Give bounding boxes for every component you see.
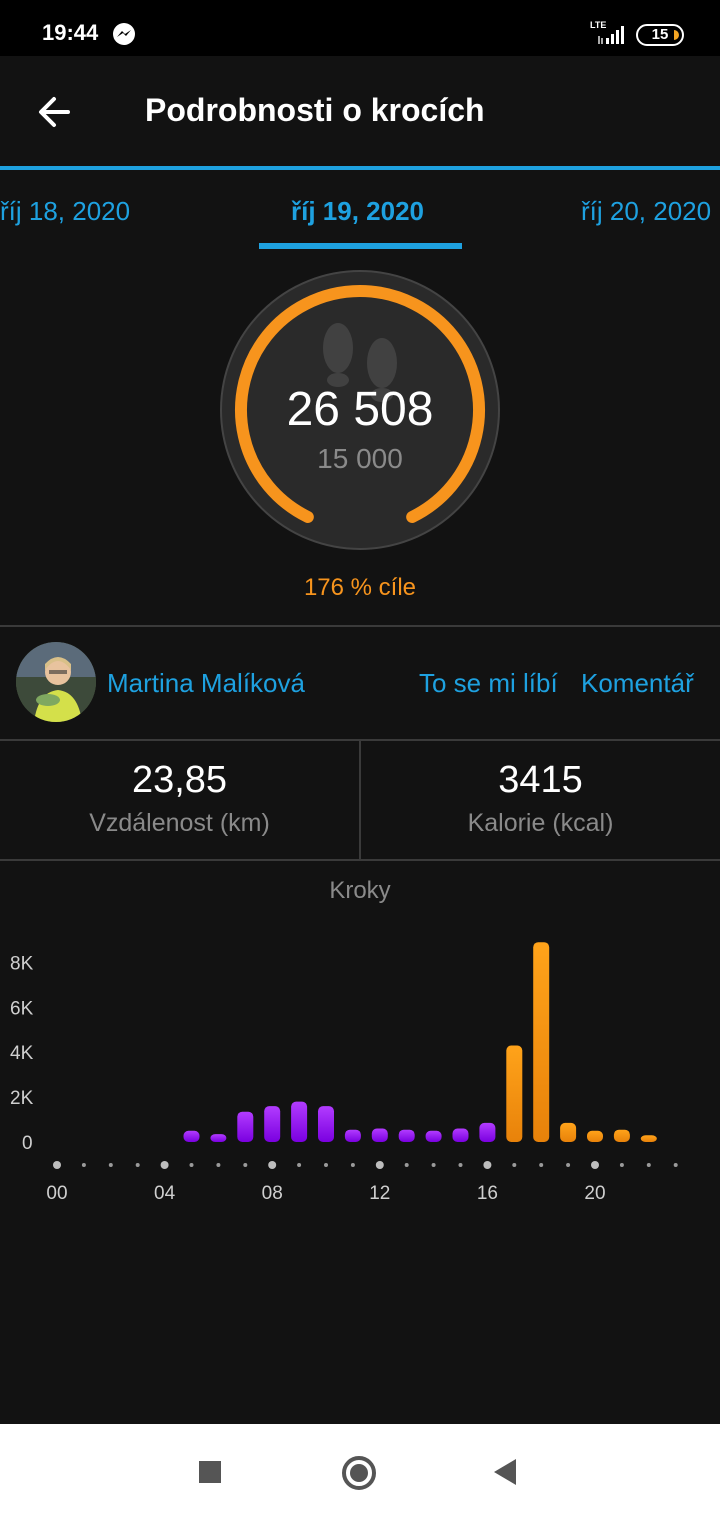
x-axis-dot bbox=[673, 1163, 678, 1167]
home-circle-icon[interactable] bbox=[342, 1456, 376, 1490]
x-axis-dot bbox=[431, 1163, 436, 1167]
chart-bar bbox=[210, 1134, 227, 1142]
x-axis-major-dot bbox=[268, 1161, 277, 1169]
tab-previous-date[interactable]: říj 18, 2020 bbox=[0, 196, 130, 227]
y-tick-label: 0 bbox=[22, 1133, 33, 1154]
comment-button[interactable]: Komentář bbox=[581, 668, 694, 699]
x-tick-label: 20 bbox=[584, 1183, 605, 1204]
steps-goal: 15 000 bbox=[317, 443, 403, 474]
messenger-icon bbox=[113, 23, 135, 45]
chart-bar bbox=[398, 1129, 415, 1142]
social-row: Martina Malíková To se mi líbí Komentář bbox=[0, 628, 720, 740]
x-axis-major-dot bbox=[483, 1161, 492, 1169]
date-tabs: říj 18, 2020 říj 19, 2020 říj 20, 2020 bbox=[0, 170, 720, 250]
like-button[interactable]: To se mi líbí bbox=[419, 668, 558, 699]
system-nav-bar bbox=[0, 1424, 720, 1520]
x-axis-dot bbox=[81, 1163, 86, 1167]
x-axis-dot bbox=[216, 1163, 221, 1167]
steps-count: 26 508 bbox=[286, 383, 434, 436]
x-axis-dot bbox=[108, 1163, 113, 1167]
x-axis-dot bbox=[619, 1163, 624, 1167]
calories-label: Kalorie (kcal) bbox=[467, 809, 614, 837]
chart-bar bbox=[264, 1106, 281, 1142]
distance-value: 23,85 bbox=[131, 759, 228, 801]
x-axis-dot bbox=[539, 1163, 544, 1167]
stats-row: 23,85 Vzdálenost (km) 3415 Kalorie (kcal… bbox=[0, 741, 720, 859]
chart-bar bbox=[613, 1129, 630, 1142]
distance-stat: 23,85 Vzdálenost (km) bbox=[0, 741, 359, 859]
distance-label: Vzdálenost (km) bbox=[89, 809, 270, 837]
x-tick-label: 00 bbox=[46, 1183, 67, 1204]
x-tick-label: 12 bbox=[369, 1183, 390, 1204]
chart-bar bbox=[560, 1122, 577, 1142]
chart-bar bbox=[237, 1111, 254, 1142]
divider bbox=[0, 859, 720, 861]
x-axis-dot bbox=[646, 1163, 651, 1167]
x-axis-dot bbox=[566, 1163, 571, 1167]
goal-percent: 176 % cíle bbox=[303, 574, 417, 601]
x-tick-label: 16 bbox=[477, 1183, 498, 1204]
tab-next-date[interactable]: říj 20, 2020 bbox=[581, 196, 711, 227]
chart-bar bbox=[479, 1122, 496, 1142]
x-axis-dot bbox=[404, 1163, 409, 1167]
x-axis-dot bbox=[512, 1163, 517, 1167]
x-tick-label: 04 bbox=[154, 1183, 176, 1204]
x-axis-dot bbox=[324, 1163, 328, 1167]
page-title: Podrobnosti o krocích bbox=[145, 92, 485, 128]
avatar[interactable] bbox=[16, 642, 96, 722]
chart-bar bbox=[291, 1101, 308, 1142]
calories-value: 3415 bbox=[498, 759, 583, 801]
chart-bar bbox=[183, 1130, 200, 1142]
steps-bar-chart: 0 2K 4K 6K 8K 00 04 08 12 16 20 bbox=[10, 942, 678, 1204]
chart-bar bbox=[506, 1045, 523, 1142]
x-axis-dot bbox=[297, 1163, 302, 1167]
chart-bar bbox=[425, 1130, 442, 1142]
back-triangle-icon[interactable] bbox=[494, 1459, 516, 1485]
x-axis-dot bbox=[350, 1163, 355, 1167]
tab-indicator bbox=[259, 243, 462, 249]
y-tick-label: 8K bbox=[10, 953, 34, 974]
chart-bar bbox=[640, 1135, 657, 1142]
signal-strength-icon bbox=[598, 26, 624, 44]
y-tick-label: 6K bbox=[10, 998, 34, 1019]
y-tick-label: 4K bbox=[10, 1043, 34, 1064]
app-bar: Podrobnosti o krocích bbox=[0, 56, 720, 168]
calories-stat: 3415 Kalorie (kcal) bbox=[361, 741, 720, 859]
back-arrow-icon[interactable] bbox=[28, 84, 84, 140]
chart-bar bbox=[344, 1129, 361, 1142]
chart-bar bbox=[318, 1106, 334, 1142]
x-tick-label: 08 bbox=[262, 1183, 283, 1204]
x-axis-dot bbox=[458, 1163, 463, 1167]
chart-title: Kroky bbox=[329, 877, 391, 904]
chart-bar bbox=[452, 1128, 469, 1142]
tab-current-date[interactable]: říj 19, 2020 bbox=[291, 196, 424, 227]
x-axis-dot bbox=[135, 1163, 140, 1167]
status-bar: 19:44 LTE 15 bbox=[0, 0, 720, 56]
chart-bar bbox=[533, 942, 550, 1142]
x-axis-major-dot bbox=[160, 1161, 169, 1169]
y-tick-label: 2K bbox=[10, 1088, 34, 1109]
status-time: 19:44 bbox=[42, 20, 99, 45]
x-axis-major-dot bbox=[591, 1161, 599, 1169]
chart-bar bbox=[371, 1128, 388, 1142]
divider bbox=[0, 625, 720, 627]
recents-square-icon[interactable] bbox=[199, 1461, 221, 1483]
chart-bar bbox=[587, 1130, 603, 1142]
x-axis-dot bbox=[189, 1163, 194, 1167]
x-axis-major-dot bbox=[375, 1161, 384, 1169]
x-axis-major-dot bbox=[53, 1161, 61, 1169]
battery-icon: 15 bbox=[636, 24, 684, 46]
x-axis-dot bbox=[243, 1163, 248, 1167]
user-name-link[interactable]: Martina Malíková bbox=[107, 668, 305, 699]
